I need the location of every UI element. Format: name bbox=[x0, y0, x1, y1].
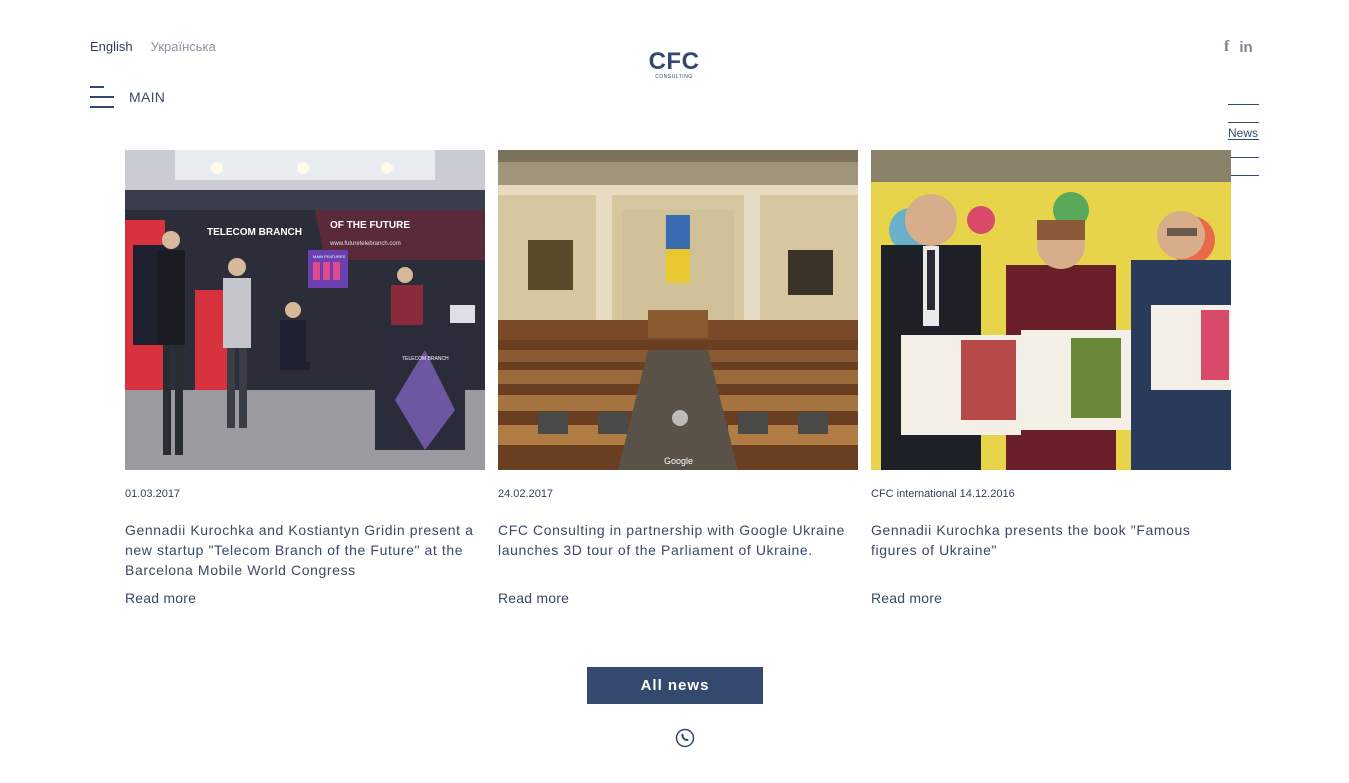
stand-label: TELECOM BRANCH bbox=[402, 356, 449, 362]
language-switcher: English Українська bbox=[90, 39, 216, 54]
read-more-link[interactable]: Read more bbox=[871, 590, 942, 606]
news-date: 01.03.2017 bbox=[125, 488, 181, 500]
booth-sign-right: OF THE FUTURE bbox=[330, 220, 410, 231]
section-nav-dot[interactable] bbox=[1228, 122, 1259, 123]
linkedin-icon[interactable]: in bbox=[1239, 39, 1252, 56]
booth-url: www.futuretelebranch.com bbox=[329, 241, 401, 247]
logo-mark: CFC bbox=[648, 48, 700, 75]
news-image-parliament[interactable]: Google bbox=[498, 150, 858, 470]
booth-screen-label: MAIN FEATURES bbox=[313, 254, 345, 259]
section-nav-dot[interactable] bbox=[1228, 175, 1259, 176]
phone-icon[interactable] bbox=[675, 728, 695, 748]
read-more-link[interactable]: Read more bbox=[498, 590, 569, 606]
news-title[interactable]: Gennadii Kurochka and Kostiantyn Gridin … bbox=[125, 520, 485, 580]
news-card: TELECOM BRANCH OF THE FUTURE www.futuret… bbox=[125, 150, 485, 608]
menu-label: MAIN bbox=[129, 89, 166, 105]
booth-sign-left: TELECOM BRANCH bbox=[207, 227, 302, 238]
lang-ukrainian[interactable]: Українська bbox=[151, 39, 216, 54]
hamburger-icon[interactable] bbox=[90, 86, 114, 108]
news-image-book-presentation[interactable] bbox=[871, 150, 1231, 470]
all-news-button[interactable]: All news bbox=[587, 667, 763, 704]
news-card: Google 24.02.2017 CFC Consulting in part… bbox=[498, 150, 858, 608]
section-nav-label[interactable]: News bbox=[1228, 126, 1259, 140]
read-more-link[interactable]: Read more bbox=[125, 590, 196, 606]
news-date: 24.02.2017 bbox=[498, 488, 554, 500]
section-nav-dot[interactable] bbox=[1228, 104, 1259, 105]
social-links: f in bbox=[1224, 38, 1253, 56]
news-title[interactable]: Gennadii Kurochka presents the book "Fam… bbox=[871, 520, 1231, 580]
cfc-logo[interactable]: CFC consulting bbox=[646, 48, 702, 81]
facebook-icon[interactable]: f bbox=[1224, 38, 1229, 56]
news-card: CFC international 14.12.2016 Gennadii Ku… bbox=[871, 150, 1231, 608]
lang-english[interactable]: English bbox=[90, 39, 133, 54]
news-grid: TELECOM BRANCH OF THE FUTURE www.futuret… bbox=[125, 150, 1232, 608]
news-date: CFC international 14.12.2016 bbox=[871, 488, 1015, 500]
main-menu-toggle[interactable]: MAIN bbox=[90, 86, 165, 108]
section-nav-dot[interactable] bbox=[1228, 157, 1259, 158]
news-title[interactable]: CFC Consulting in partnership with Googl… bbox=[498, 520, 858, 580]
news-image-telecom-booth[interactable]: TELECOM BRANCH OF THE FUTURE www.futuret… bbox=[125, 150, 485, 470]
google-watermark: Google bbox=[664, 456, 693, 466]
section-nav: News bbox=[1228, 104, 1259, 193]
